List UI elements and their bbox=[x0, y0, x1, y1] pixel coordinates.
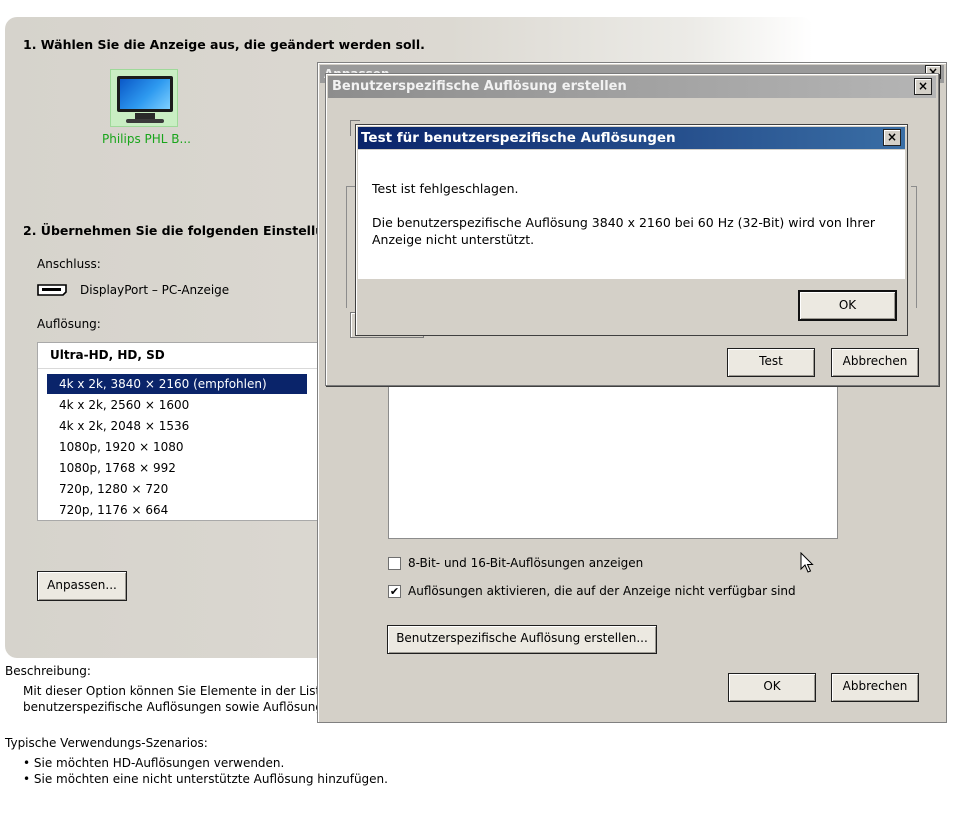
checkbox-8-16-bit[interactable] bbox=[388, 557, 401, 570]
step1-title: 1. Wählen Sie die Anzeige aus, die geänd… bbox=[23, 37, 425, 52]
description-heading: Beschreibung: bbox=[5, 664, 91, 678]
cancel-button[interactable]: Abbrechen bbox=[831, 348, 919, 377]
check-icon: ✔ bbox=[389, 585, 400, 598]
scenario-item: • Sie möchten HD-Auflösungen verwenden. bbox=[23, 756, 285, 770]
description-line: benutzerspezifische Auflösungen sowie Au… bbox=[23, 700, 338, 714]
resolution-group-header: Ultra-HD, HD, SD bbox=[50, 348, 165, 362]
resolution-item[interactable]: 1080p, 1920 × 1080 bbox=[47, 437, 307, 457]
group-frame-right bbox=[911, 186, 917, 308]
resolution-list[interactable]: Ultra-HD, HD, SD 4k x 2k, 3840 × 2160 (e… bbox=[37, 342, 332, 521]
ok-button[interactable]: OK bbox=[798, 290, 897, 321]
custom-dialog-title: Benutzerspezifische Auflösung erstellen bbox=[328, 76, 936, 98]
close-icon[interactable]: × bbox=[914, 78, 932, 95]
displayport-icon bbox=[37, 284, 67, 296]
message-area: Test ist fehlgeschlagen. Die benutzerspe… bbox=[358, 150, 905, 279]
resolution-item[interactable]: 1080p, 1768 × 992 bbox=[47, 458, 307, 478]
cancel-button[interactable]: Abbrechen bbox=[831, 673, 919, 702]
resolution-item[interactable]: 720p, 1176 × 664 bbox=[47, 500, 307, 520]
description-line: Mit dieser Option können Sie Elemente in… bbox=[23, 684, 339, 698]
resolution-item[interactable]: 720p, 1280 × 720 bbox=[47, 479, 307, 499]
ok-button[interactable]: OK bbox=[728, 673, 816, 702]
test-button[interactable]: Test bbox=[727, 348, 815, 377]
resolution-item[interactable]: 4k x 2k, 2048 × 1536 bbox=[47, 416, 307, 436]
checkbox-8-16-bit-label[interactable]: 8-Bit- und 16-Bit-Auflösungen anzeigen bbox=[408, 556, 643, 570]
customize-button[interactable]: Anpassen... bbox=[37, 571, 127, 601]
step2-title: 2. Übernehmen Sie die folgenden Einstell… bbox=[23, 223, 365, 238]
test-result-dialog: Test für benutzerspezifische Auflösungen… bbox=[355, 124, 908, 336]
display-name[interactable]: Philips PHL B... bbox=[102, 132, 191, 146]
checkbox-enable-unavailable[interactable]: ✔ bbox=[388, 585, 401, 598]
mouse-cursor-icon bbox=[800, 551, 814, 574]
test-detail-message-cont: Anzeige nicht unterstützt. bbox=[372, 232, 535, 247]
scenario-item: • Sie möchten eine nicht unterstützte Au… bbox=[23, 772, 388, 786]
monitor-icon bbox=[117, 76, 173, 112]
resolution-item[interactable]: 4k x 2k, 2560 × 1600 bbox=[47, 395, 307, 415]
test-dialog-title: Test für benutzerspezifische Auflösungen bbox=[358, 127, 905, 149]
test-detail-message: Die benutzerspezifische Auflösung 3840 x… bbox=[372, 215, 876, 230]
resolution-item-selected[interactable]: 4k x 2k, 3840 × 2160 (empfohlen) bbox=[47, 374, 307, 394]
custom-resolution-list[interactable] bbox=[388, 383, 838, 539]
connector-value: DisplayPort – PC-Anzeige bbox=[80, 283, 230, 297]
scenarios-heading: Typische Verwendungs-Szenarios: bbox=[5, 736, 208, 750]
checkbox-enable-unavailable-label[interactable]: Auflösungen aktivieren, die auf der Anze… bbox=[408, 584, 796, 598]
test-failed-message: Test ist fehlgeschlagen. bbox=[372, 181, 519, 196]
close-icon[interactable]: × bbox=[883, 129, 901, 146]
resolution-label: Auflösung: bbox=[37, 317, 101, 331]
create-custom-resolution-button[interactable]: Benutzerspezifische Auflösung erstellen.… bbox=[387, 625, 657, 654]
display-tile[interactable] bbox=[110, 69, 178, 127]
connector-label: Anschluss: bbox=[37, 257, 101, 271]
